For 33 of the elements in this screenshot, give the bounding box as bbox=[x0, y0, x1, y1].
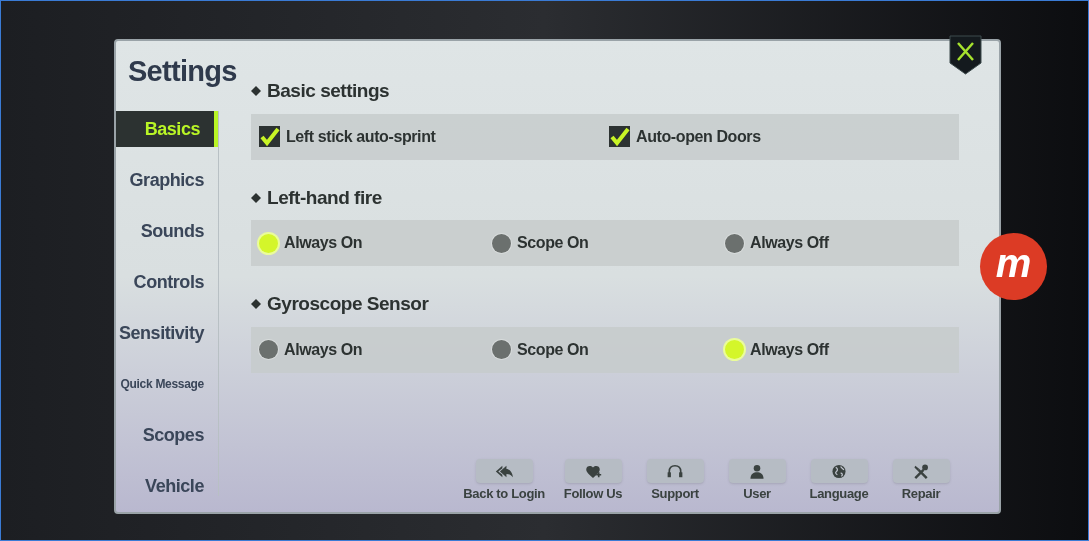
footer-button[interactable]: Back to Login bbox=[461, 459, 547, 502]
globe-icon bbox=[830, 462, 848, 480]
wrench-icon bbox=[912, 462, 930, 480]
radio-option[interactable]: Always Off bbox=[725, 337, 958, 362]
radio-option[interactable]: Scope On bbox=[492, 337, 725, 362]
radio-option[interactable]: Always On bbox=[259, 337, 492, 362]
checkbox-option[interactable]: Auto-open Doors bbox=[609, 124, 959, 149]
radio-option[interactable]: Always Off bbox=[725, 231, 958, 255]
sidebar-tab[interactable]: Controls bbox=[116, 264, 218, 300]
sidebar-tab[interactable]: Graphics bbox=[116, 162, 218, 198]
sidebar-tab[interactable]: Quick Message bbox=[116, 366, 218, 402]
radio-option[interactable]: Always On bbox=[259, 231, 492, 255]
user-icon bbox=[748, 462, 766, 480]
sidebar-tab[interactable]: Vehicle bbox=[116, 468, 218, 496]
sidebar-tab[interactable]: Sensitivity bbox=[116, 315, 218, 351]
checkbox-option[interactable]: Left stick auto-sprint bbox=[259, 124, 609, 149]
diamond-icon bbox=[251, 86, 261, 97]
section-heading: Left-hand fire bbox=[267, 185, 382, 210]
footer-button[interactable]: User bbox=[721, 459, 793, 502]
footer-button[interactable]: Support bbox=[639, 459, 711, 502]
sidebar-tab[interactable]: Scopes bbox=[116, 417, 218, 453]
section-heading: Gyroscope Sensor bbox=[267, 292, 429, 316]
sidebar-tab[interactable]: Sounds bbox=[116, 213, 218, 249]
footer-button[interactable]: Language bbox=[803, 459, 875, 502]
diamond-icon bbox=[251, 192, 261, 203]
diamond-icon bbox=[251, 299, 261, 310]
footer-button[interactable]: Repair bbox=[885, 459, 957, 502]
headset-icon bbox=[666, 462, 684, 480]
section-heading: Basic settings bbox=[267, 79, 390, 103]
settings-title: Settings bbox=[128, 54, 237, 89]
sidebar-tab[interactable]: Basics bbox=[116, 111, 218, 147]
footer-button[interactable]: Follow Us bbox=[557, 459, 629, 502]
radio-option[interactable]: Scope On bbox=[492, 231, 725, 255]
